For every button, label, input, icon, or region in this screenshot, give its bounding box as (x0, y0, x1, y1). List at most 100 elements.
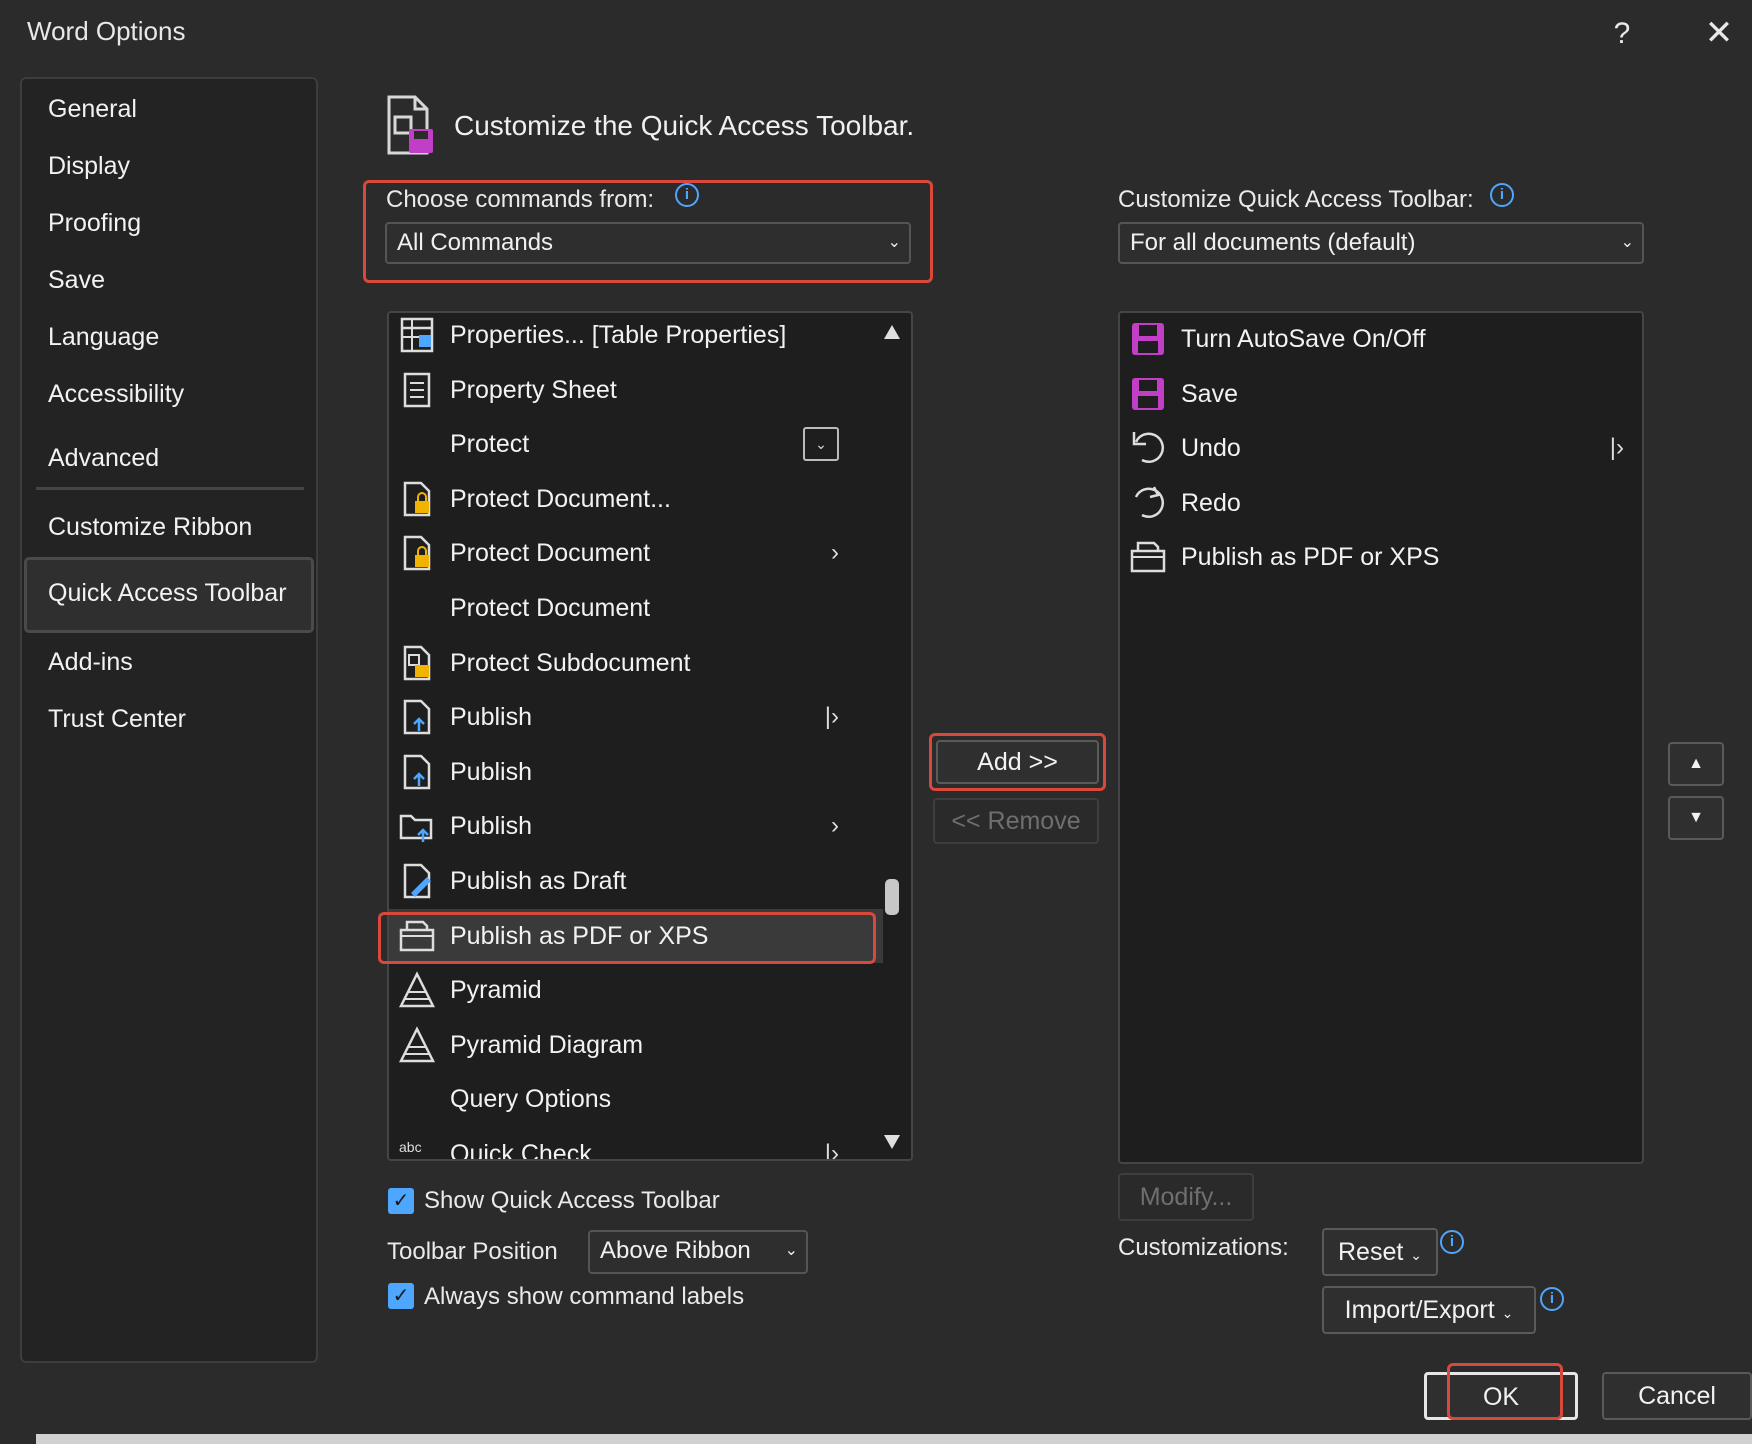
list-item-label: Pyramid Diagram (450, 1030, 644, 1059)
list-item[interactable]: Pyramid Diagram (389, 1018, 883, 1072)
commands-scrollbar[interactable] (881, 315, 903, 1155)
publish-folder-icon (399, 815, 433, 843)
show-qat-label: Show Quick Access Toolbar (424, 1187, 720, 1214)
quick-access-toolbar-list[interactable]: Turn AutoSave On/Off Save Undo |› Redo Publis… (1118, 311, 1644, 1164)
split-arrow-icon: |› (824, 703, 839, 731)
add-button[interactable]: Add >> (936, 740, 1099, 784)
split-arrow-icon: |› (824, 1140, 839, 1161)
sidebar-item-add-ins[interactable]: Add-ins (48, 642, 133, 682)
abc-icon: abc (399, 1139, 422, 1155)
autosave-icon (1132, 323, 1164, 355)
list-item[interactable]: Protect Subdocument (389, 636, 883, 690)
list-item-label: Publish as Draft (450, 867, 627, 895)
redo-icon (1134, 486, 1164, 518)
move-up-button[interactable]: ▲ (1668, 742, 1724, 786)
sidebar-item-advanced[interactable]: Advanced (48, 438, 159, 478)
list-item[interactable]: Properties... [Table Properties] (389, 313, 883, 362)
move-down-icon: ▼ (1688, 809, 1704, 826)
publish-icon (403, 699, 431, 735)
list-item[interactable]: Publish › (389, 799, 883, 853)
undo-icon (1132, 432, 1164, 464)
list-item[interactable]: Pyramid (389, 963, 883, 1017)
list-item[interactable]: Redo (1120, 476, 1642, 530)
sidebar-item-quick-access-toolbar[interactable]: Quick Access Toolbar (48, 573, 287, 613)
import-export-button[interactable]: Import/Export ⌄ (1322, 1286, 1536, 1334)
property-sheet-icon (403, 372, 431, 407)
modify-button[interactable]: Modify... (1118, 1173, 1254, 1221)
scroll-down-arrow-icon[interactable] (884, 1135, 900, 1149)
chevron-right-icon: › (831, 812, 839, 840)
list-item[interactable]: Protect Document (389, 581, 883, 635)
info-icon[interactable]: i (1440, 1230, 1464, 1254)
list-item[interactable]: Property Sheet (389, 363, 883, 417)
save-icon (1132, 377, 1164, 410)
pyramid-icon (398, 971, 436, 1008)
page-heading: Customize the Quick Access Toolbar. (454, 110, 915, 141)
pyramid-icon (398, 1026, 436, 1063)
table-properties-icon (400, 317, 434, 353)
list-item-label: Query Options (450, 1085, 612, 1114)
sidebar-divider (36, 487, 304, 490)
list-item-label: Turn AutoSave On/Off (1181, 325, 1426, 353)
list-item[interactable]: Protect Document › (389, 526, 883, 580)
reset-button-label: Reset (1338, 1238, 1404, 1266)
choose-commands-label: Choose commands from: (386, 186, 655, 213)
list-item[interactable]: Publish as Draft (389, 854, 883, 908)
publish-draft-icon (403, 863, 431, 899)
help-button[interactable]: ? (1600, 12, 1644, 56)
info-icon[interactable]: i (1490, 183, 1514, 207)
list-item[interactable]: Protect ⌄ (389, 417, 883, 471)
protect-document-icon (403, 481, 431, 517)
list-item[interactable]: Publish as PDF or XPS (1120, 530, 1642, 584)
window-bottom-edge (36, 1434, 1752, 1444)
info-icon[interactable]: i (1540, 1287, 1564, 1311)
list-item-label: Protect Document (450, 539, 651, 568)
scroll-up-arrow-icon[interactable] (884, 325, 900, 339)
list-item-label: Protect Subdocument (450, 648, 691, 677)
list-item-label: Protect (450, 430, 530, 459)
always-show-labels-checkbox[interactable]: ✓ (388, 1283, 414, 1309)
choose-commands-value: All Commands (397, 229, 554, 256)
list-item[interactable]: Query Options (389, 1072, 883, 1126)
protect-document-icon (403, 536, 431, 571)
list-item[interactable]: Protect Document... (389, 472, 883, 526)
move-down-button[interactable]: ▼ (1668, 796, 1724, 840)
sidebar-item-display[interactable]: Display (48, 146, 130, 186)
info-icon[interactable]: i (675, 183, 699, 207)
remove-button[interactable]: << Remove (933, 798, 1099, 844)
list-item-label: Save (1181, 379, 1238, 408)
toolbar-position-dropdown[interactable]: Above Ribbon ⌄ (588, 1230, 808, 1274)
list-item[interactable]: Turn AutoSave On/Off (1120, 313, 1642, 366)
chevron-down-icon: ⌄ (1501, 1305, 1514, 1321)
sidebar-item-general[interactable]: General (48, 89, 137, 129)
list-item-label: Pyramid (450, 976, 542, 1005)
list-item-label: Protect Document... (450, 484, 671, 513)
list-item[interactable]: Publish (389, 745, 883, 799)
svg-text:abc: abc (399, 1139, 422, 1155)
sidebar-item-trust-center[interactable]: Trust Center (48, 699, 186, 739)
show-qat-checkbox[interactable]: ✓ (388, 1188, 414, 1214)
sidebar-item-customize-ribbon[interactable]: Customize Ribbon (48, 507, 252, 547)
chevron-down-icon: ⌄ (784, 1242, 798, 1259)
title-bar (0, 0, 1752, 64)
close-button[interactable]: ✕ (1694, 10, 1744, 56)
list-item[interactable]: abc Quick Check |› (389, 1127, 883, 1161)
sidebar-item-language[interactable]: Language (48, 317, 159, 357)
reset-button[interactable]: Reset ⌄ (1322, 1228, 1438, 1276)
protect-subdocument-icon (403, 645, 431, 680)
list-item-label: Protect Document (450, 594, 651, 622)
sidebar-item-accessibility[interactable]: Accessibility (48, 374, 184, 414)
customize-qat-dropdown[interactable]: For all documents (default) ⌄ (1118, 222, 1644, 264)
list-item[interactable]: Save (1120, 367, 1642, 421)
cancel-button[interactable]: Cancel (1602, 1372, 1752, 1420)
choose-commands-dropdown[interactable]: All Commands ⌄ (385, 222, 911, 264)
list-item-label: Redo (1181, 488, 1241, 517)
commands-list[interactable]: Properties... [Table Properties] Property… (387, 311, 913, 1161)
sidebar-item-proofing[interactable]: Proofing (48, 203, 141, 243)
quick-access-toolbar-icon (387, 95, 433, 155)
scrollbar-thumb[interactable] (885, 879, 899, 915)
list-item[interactable]: Publish |› (389, 690, 883, 744)
sidebar-item-save[interactable]: Save (48, 260, 105, 300)
list-item[interactable]: Undo |› (1120, 421, 1642, 475)
list-item-label: Publish (450, 757, 532, 786)
